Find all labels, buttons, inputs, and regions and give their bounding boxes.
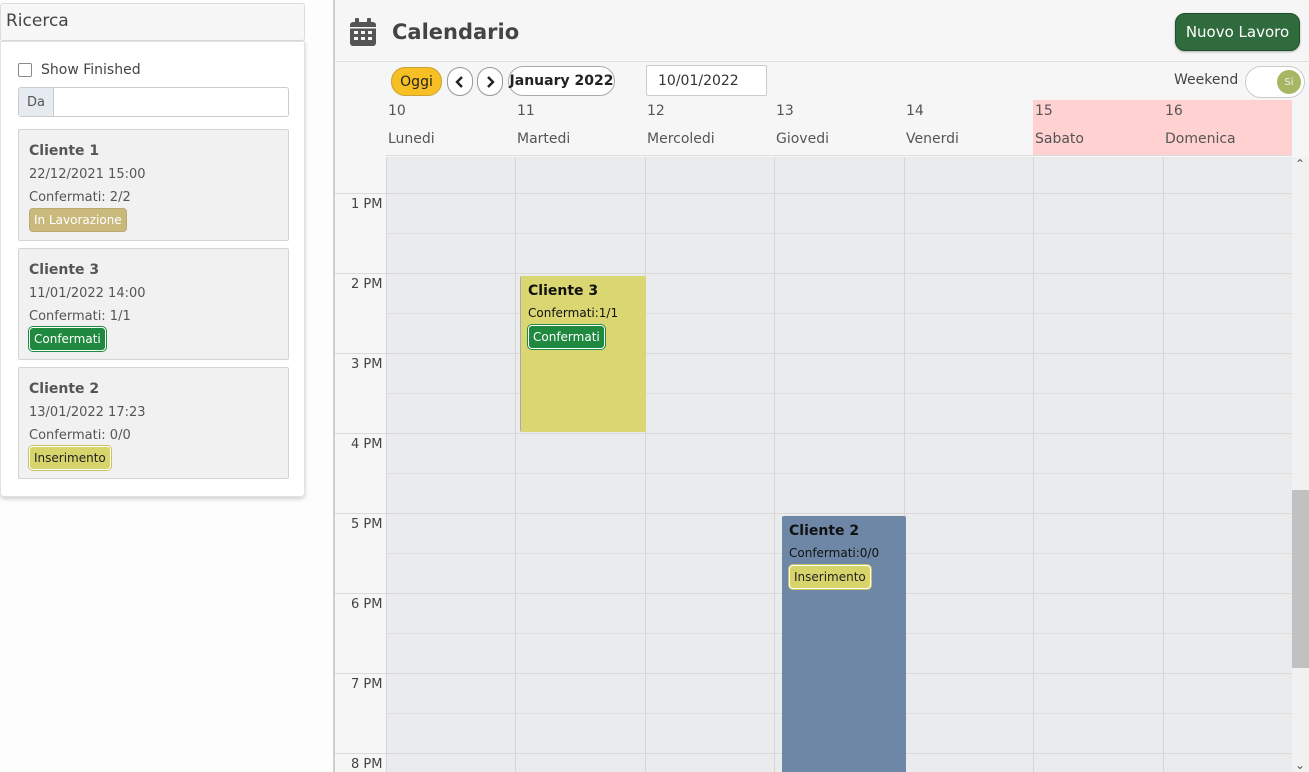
da-label: Da [19,88,54,116]
day-header: 10 Lunedi [386,100,515,156]
day-header-weekend: 15 Sabato [1033,100,1163,156]
today-button[interactable]: Oggi [391,67,442,96]
hour-line [335,513,1292,514]
scrollbar-thumb[interactable] [1292,490,1309,668]
chevron-left-icon [455,75,463,88]
time-label: 1 PM [351,197,383,212]
show-finished-row[interactable]: Show Finished [18,62,141,78]
job-status-badge: In Lavorazione [29,208,127,232]
day-name: Giovedi [776,131,829,147]
search-panel-title: Ricerca [6,11,69,31]
search-panel: Show Finished Da Cliente 1 22/12/2021 15… [0,41,305,497]
day-column-line [645,157,646,772]
day-column-line [1163,157,1164,772]
hour-line [335,433,1292,434]
day-header: 13 Giovedi [774,100,904,156]
half-hour-line [386,473,1292,474]
da-input-group: Da [18,87,289,117]
job-date: 13/01/2022 17:23 [29,405,146,420]
day-number: 12 [647,103,665,119]
calendar-event[interactable]: Cliente 3 Confermati:1/1 Confermati [520,276,646,432]
time-label: 3 PM [351,357,383,372]
calendar-toolbar: Oggi January 2022 10/01/2022 Weekend Si [335,62,1309,100]
calendar-icon [350,18,376,46]
calendar-main: Calendario Nuovo Lavoro Oggi January 202… [333,0,1309,772]
show-finished-label: Show Finished [41,62,141,78]
time-label: 4 PM [351,437,383,452]
half-hour-line [386,233,1292,234]
day-name: Sabato [1035,131,1084,147]
job-status-badge: Inserimento [29,446,111,470]
event-status-badge: Inserimento [789,565,871,589]
day-column-line [774,157,775,772]
day-column-line [515,157,516,772]
grid-scrollbar[interactable]: ⌃ ⌄ [1292,157,1309,772]
hour-line [335,273,1292,274]
day-number: 13 [776,103,794,119]
day-column-line [386,157,387,772]
day-header: 12 Mercoledi [645,100,774,156]
job-confirmed-count: Confermati: 2/2 [29,190,131,205]
day-name: Martedi [517,131,571,147]
hour-line [335,353,1292,354]
job-card[interactable]: Cliente 3 11/01/2022 14:00 Confermati: 1… [18,248,289,360]
job-card[interactable]: Cliente 1 22/12/2021 15:00 Confermati: 2… [18,129,289,241]
calendar-header: Calendario Nuovo Lavoro [335,0,1309,62]
day-number: 14 [906,103,924,119]
time-label: 7 PM [351,677,383,692]
day-number: 16 [1165,103,1183,119]
job-card[interactable]: Cliente 2 13/01/2022 17:23 Confermati: 0… [18,367,289,479]
day-number: 10 [388,103,406,119]
event-client-name: Cliente 2 [789,523,860,539]
day-name: Lunedi [388,131,435,147]
day-name: Venerdi [906,131,959,147]
scroll-up-icon[interactable]: ⌃ [1295,157,1305,171]
weekend-label: Weekend [1174,72,1239,88]
time-label: 6 PM [351,597,383,612]
month-selector-button[interactable]: January 2022 [508,66,615,96]
scroll-down-icon[interactable]: ⌄ [1295,758,1305,772]
job-client-name: Cliente 1 [29,143,100,159]
event-client-name: Cliente 3 [528,283,599,299]
job-confirmed-count: Confermati: 1/1 [29,309,131,324]
day-column-line [1033,157,1034,772]
new-job-button[interactable]: Nuovo Lavoro [1175,13,1300,51]
day-number: 15 [1035,103,1053,119]
time-label: 5 PM [351,517,383,532]
prev-week-button[interactable] [447,67,473,96]
time-label: 2 PM [351,277,383,292]
date-input[interactable]: 10/01/2022 [646,65,767,96]
time-grid[interactable]: 1 PM 2 PM 3 PM 4 PM 5 PM 6 PM 7 PM 8 PM … [335,157,1292,772]
job-client-name: Cliente 2 [29,381,100,397]
page-title: Calendario [392,20,520,44]
day-name: Mercoledi [647,131,715,147]
time-label: 8 PM [351,757,383,772]
calendar-event[interactable]: Cliente 2 Confermati:0/0 Inserimento [782,516,906,772]
event-confirmed-count: Confermati:0/0 [789,546,880,560]
event-confirmed-count: Confermati:1/1 [528,306,619,320]
job-date: 11/01/2022 14:00 [29,286,146,301]
job-client-name: Cliente 3 [29,262,100,278]
day-name: Domenica [1165,131,1236,147]
da-input[interactable] [54,88,288,116]
chevron-right-icon [487,75,495,88]
weekend-toggle-knob: Si [1277,70,1301,94]
next-week-button[interactable] [477,67,503,96]
day-header: 14 Venerdi [904,100,1033,156]
day-header-weekend: 16 Domenica [1163,100,1292,156]
weekend-toggle[interactable]: Si [1245,66,1305,98]
day-number: 11 [517,103,535,119]
job-date: 22/12/2021 15:00 [29,167,146,182]
search-panel-header: Ricerca [0,3,305,41]
event-status-badge: Confermati [528,325,605,349]
job-confirmed-count: Confermati: 0/0 [29,428,131,443]
hour-line [335,193,1292,194]
job-status-badge: Confermati [29,327,106,351]
show-finished-checkbox[interactable] [18,63,32,77]
day-header: 11 Martedi [515,100,645,156]
